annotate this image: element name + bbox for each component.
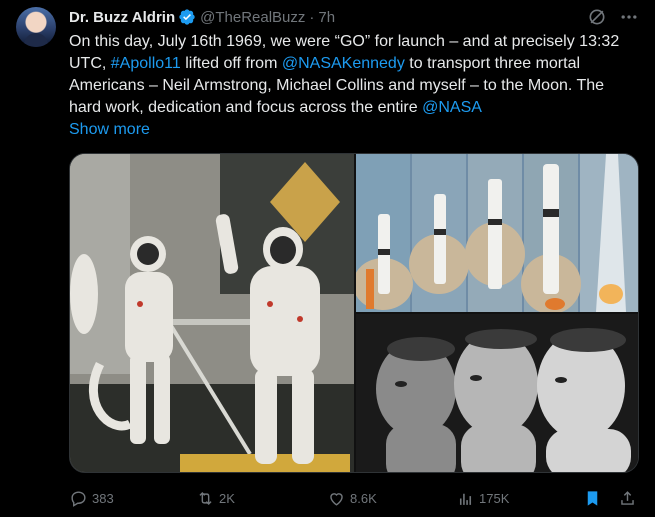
views-icon: [459, 493, 472, 505]
author-name[interactable]: Dr. Buzz Aldrin: [69, 9, 175, 26]
share-button[interactable]: [618, 485, 637, 511]
reply-button[interactable]: 383: [69, 485, 114, 511]
tweet-actions: 383 2K 8.6K 175K: [69, 485, 639, 511]
media-grid: [69, 153, 639, 473]
repost-icon: [199, 491, 212, 505]
like-count: 8.6K: [350, 490, 377, 506]
mention-link[interactable]: @NASA: [422, 99, 482, 116]
mention-link[interactable]: @NASAKennedy: [282, 55, 405, 72]
astronauts-illustration: [70, 154, 354, 472]
hashtag-link[interactable]: #Apollo11: [111, 55, 181, 72]
grok-icon[interactable]: [587, 7, 607, 27]
views-count: 175K: [479, 490, 510, 506]
tweet-timestamp[interactable]: 7h: [318, 9, 335, 26]
repost-button[interactable]: 2K: [196, 485, 235, 511]
verified-badge-icon: [179, 9, 195, 25]
repost-count: 2K: [219, 490, 235, 506]
like-icon: [330, 492, 343, 506]
tweet-header: Dr. Buzz Aldrin @TheRealBuzz · 7h: [69, 6, 639, 28]
bookmark-icon: [587, 490, 598, 506]
bookmark-button[interactable]: [583, 485, 602, 511]
author-handle[interactable]: @TheRealBuzz: [200, 9, 305, 26]
reply-icon: [71, 490, 86, 507]
separator-dot: ·: [309, 8, 315, 26]
media-launch-sequence-photo[interactable]: [356, 154, 638, 312]
like-button[interactable]: 8.6K: [327, 485, 377, 511]
tweet-text-part: lifted off from: [180, 55, 282, 72]
author-avatar[interactable]: [16, 7, 56, 47]
views-button[interactable]: 175K: [456, 485, 509, 511]
media-crew-portrait-photo[interactable]: [356, 314, 638, 472]
share-icon: [621, 490, 634, 505]
crew-portrait-illustration: [356, 314, 638, 472]
media-astronauts-photo[interactable]: [70, 154, 354, 472]
launch-sequence-illustration: [356, 154, 638, 312]
more-icon[interactable]: [619, 7, 639, 27]
show-more-link[interactable]: Show more: [69, 119, 150, 141]
tweet-text: On this day, July 16th 1969, we were “GO…: [69, 31, 629, 119]
reply-count: 383: [92, 490, 114, 506]
